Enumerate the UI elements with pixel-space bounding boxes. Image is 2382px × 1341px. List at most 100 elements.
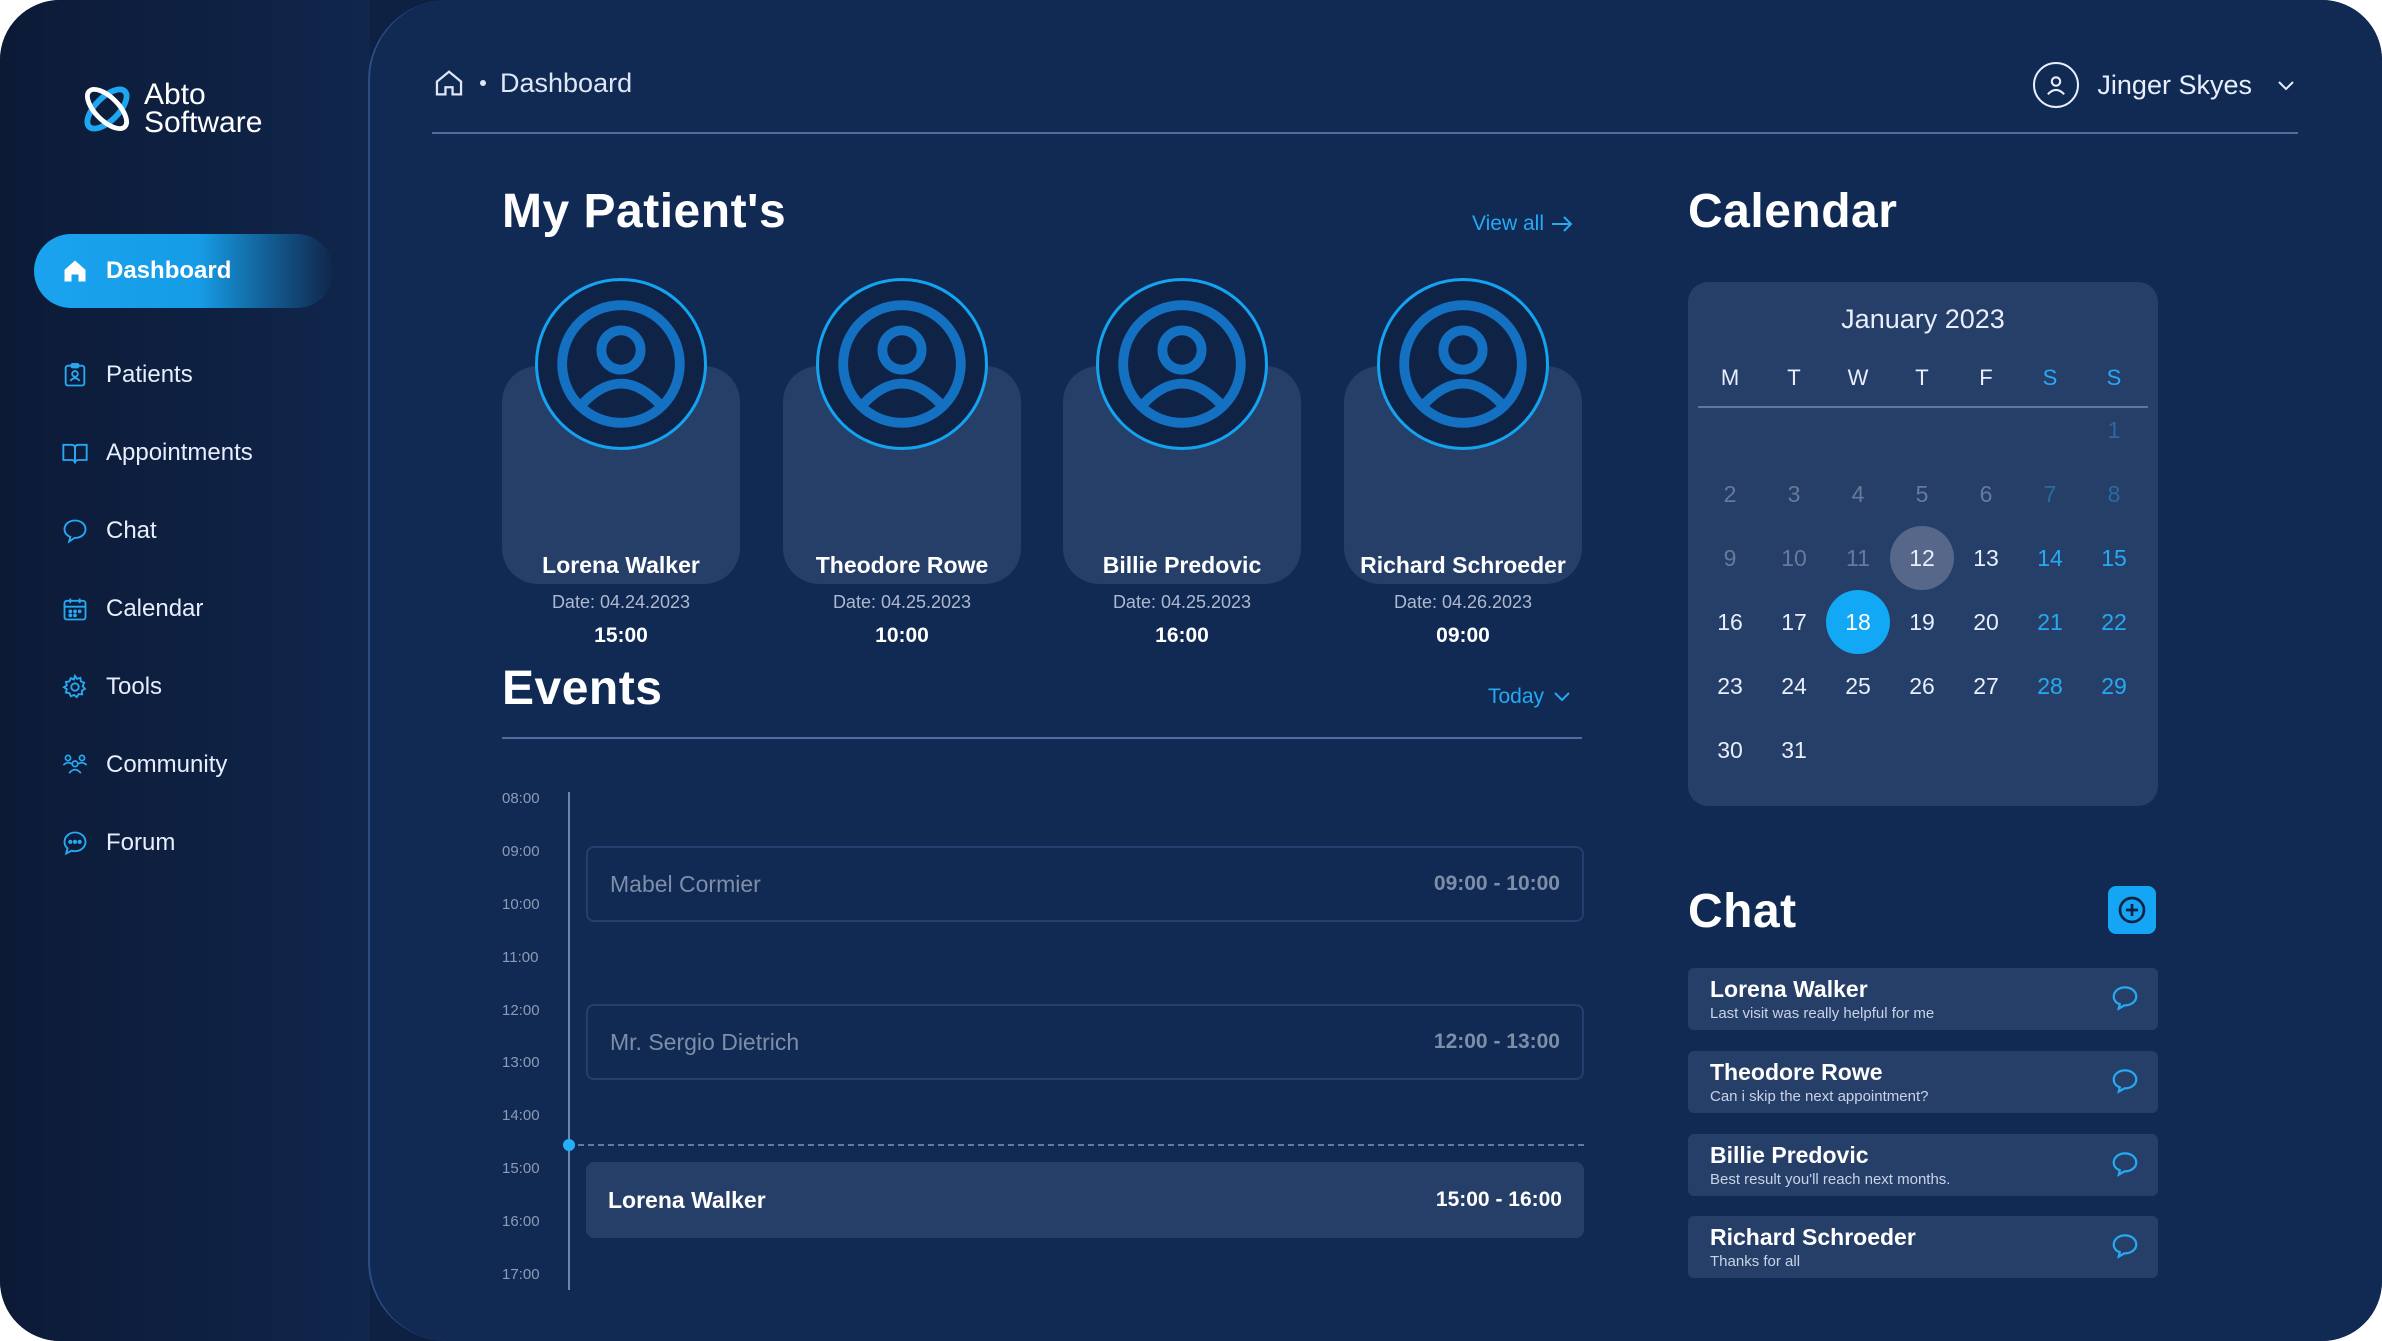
calendar-day[interactable]: 16 bbox=[1698, 590, 1762, 654]
calendar-day[interactable]: 7 bbox=[2018, 462, 2082, 526]
patient-name: Theodore Rowe bbox=[815, 552, 989, 578]
hour-label: 08:00 bbox=[502, 790, 540, 807]
sidebar-item-tools[interactable]: Tools bbox=[34, 648, 334, 726]
sidebar-item-dashboard[interactable]: Dashboard bbox=[34, 234, 334, 308]
calendar-day[interactable]: 26 bbox=[1890, 654, 1954, 718]
event-item[interactable]: Mr. Sergio Dietrich 12:00 - 13:00 bbox=[586, 1004, 1584, 1080]
calendar-month-year[interactable]: January 2023 bbox=[1688, 304, 2158, 335]
sidebar-item-chat[interactable]: Chat bbox=[34, 492, 334, 570]
hour-label: 17:00 bbox=[502, 1266, 540, 1283]
calendar-day[interactable]: 2 bbox=[1698, 462, 1762, 526]
patient-avatar bbox=[1377, 278, 1549, 450]
chat-bubble-icon[interactable] bbox=[2110, 983, 2140, 1013]
calendar-day[interactable]: 1 bbox=[2082, 398, 2146, 462]
sidebar-item-patients[interactable]: Patients bbox=[34, 336, 334, 414]
sidebar-item-label: Patients bbox=[106, 361, 193, 388]
home-icon bbox=[60, 256, 90, 286]
sidebar-item-forum[interactable]: Forum bbox=[34, 804, 334, 882]
book-icon bbox=[60, 438, 90, 468]
events-filter-label: Today bbox=[1488, 685, 1545, 708]
chat-bubble-icon[interactable] bbox=[2110, 1231, 2140, 1261]
hour-label: 14:00 bbox=[502, 1107, 540, 1124]
calendar-day[interactable]: 25 bbox=[1826, 654, 1890, 718]
hour-label: 13:00 bbox=[502, 1054, 540, 1071]
chat-contact-name: Richard Schroeder bbox=[1710, 1224, 1916, 1250]
view-all-link[interactable]: View all bbox=[1472, 212, 1574, 236]
calendar-day[interactable]: 3 bbox=[1762, 462, 1826, 526]
calendar-day[interactable]: 12 bbox=[1890, 526, 1954, 590]
calendar-day[interactable]: 21 bbox=[2018, 590, 2082, 654]
calendar-day[interactable]: 15 bbox=[2082, 526, 2146, 590]
hour-label: 15:00 bbox=[502, 1160, 540, 1177]
calendar-day[interactable]: 9 bbox=[1698, 526, 1762, 590]
patient-avatar bbox=[1096, 278, 1268, 450]
chat-item[interactable]: Theodore Rowe Can i skip the next appoin… bbox=[1688, 1051, 2158, 1113]
event-time: 15:00 - 16:00 bbox=[1435, 1188, 1562, 1211]
home-icon[interactable] bbox=[432, 66, 466, 100]
chat-item[interactable]: Billie Predovic Best result you'll reach… bbox=[1688, 1134, 2158, 1196]
weekday-label: M bbox=[1720, 365, 1740, 390]
sidebar-item-calendar[interactable]: Calendar bbox=[34, 570, 334, 648]
calendar-day[interactable]: 31 bbox=[1762, 718, 1826, 782]
calendar-day[interactable]: 22 bbox=[2082, 590, 2146, 654]
plus-circle-icon bbox=[2118, 896, 2146, 924]
calendar-day[interactable]: 17 bbox=[1762, 590, 1826, 654]
calendar-day[interactable]: 27 bbox=[1954, 654, 2018, 718]
calendar-day[interactable]: 20 bbox=[1954, 590, 2018, 654]
calendar-day[interactable]: 6 bbox=[1954, 462, 2018, 526]
sidebar-item-label: Community bbox=[106, 751, 228, 778]
calendar-day[interactable]: 10 bbox=[1762, 526, 1826, 590]
patient-date: Date: 04.25.2023 bbox=[832, 592, 972, 612]
sidebar-item-appointments[interactable]: Appointments bbox=[34, 414, 334, 492]
calendar-day[interactable]: 8 bbox=[2082, 462, 2146, 526]
event-name: Lorena Walker bbox=[608, 1186, 766, 1213]
events-title: Events bbox=[502, 662, 663, 715]
patients-title: My Patient's bbox=[502, 185, 787, 238]
calendar-day[interactable]: 23 bbox=[1698, 654, 1762, 718]
brand-line-1: Abto bbox=[144, 78, 206, 111]
sidebar-item-label: Forum bbox=[106, 829, 176, 856]
sidebar-item-label: Tools bbox=[106, 673, 163, 700]
hour-label: 12:00 bbox=[502, 1002, 540, 1019]
calendar-day[interactable]: 28 bbox=[2018, 654, 2082, 718]
user-avatar-icon bbox=[1399, 300, 1527, 428]
calendar-day[interactable]: 11 bbox=[1826, 526, 1890, 590]
new-chat-button[interactable] bbox=[2108, 886, 2156, 934]
chat-contact-name: Lorena Walker bbox=[1710, 976, 1868, 1002]
calendar-day[interactable]: 5 bbox=[1890, 462, 1954, 526]
calendar-day[interactable]: 19 bbox=[1890, 590, 1954, 654]
chat-item[interactable]: Lorena Walker Last visit was really help… bbox=[1688, 968, 2158, 1030]
calendar-day[interactable]: 30 bbox=[1698, 718, 1762, 782]
patient-date: Date: 04.24.2023 bbox=[551, 592, 691, 612]
calendar-day[interactable]: 18 bbox=[1826, 590, 1890, 654]
weekday-label: S bbox=[2042, 365, 2058, 390]
app-window: Abto Software Dashboard Patients Appoint… bbox=[0, 0, 2382, 1341]
chat-contact-name: Theodore Rowe bbox=[1710, 1059, 1883, 1085]
brand-name: Abto Software bbox=[144, 78, 262, 138]
chat-bubble-icon[interactable] bbox=[2110, 1149, 2140, 1179]
chat-contact-name: Billie Predovic bbox=[1710, 1142, 1869, 1168]
top-bar: Dashboard Jinger Skyes bbox=[432, 62, 2298, 134]
calendar-day[interactable]: 14 bbox=[2018, 526, 2082, 590]
user-menu[interactable]: Jinger Skyes bbox=[2033, 62, 2298, 108]
chat-item[interactable]: Richard Schroeder Thanks for all bbox=[1688, 1216, 2158, 1278]
event-name: Mabel Cormier bbox=[610, 870, 761, 897]
chat-bubble-icon[interactable] bbox=[2110, 1066, 2140, 1096]
avatar bbox=[2033, 62, 2080, 108]
calendar-day[interactable]: 24 bbox=[1762, 654, 1826, 718]
chevron-down-icon[interactable] bbox=[2274, 73, 2298, 97]
sidebar-item-community[interactable]: Community bbox=[34, 726, 334, 804]
calendar-day[interactable]: 4 bbox=[1826, 462, 1890, 526]
hour-label: 11:00 bbox=[502, 949, 539, 966]
events-filter-dropdown[interactable]: Today bbox=[1488, 685, 1574, 709]
brand-logo[interactable]: Abto Software bbox=[78, 80, 262, 138]
sidebar-item-label: Chat bbox=[106, 517, 157, 544]
event-item[interactable]: Mabel Cormier 09:00 - 10:00 bbox=[586, 846, 1584, 922]
breadcrumb: Dashboard bbox=[432, 66, 632, 100]
chat-title: Chat bbox=[1688, 885, 1797, 938]
calendar-day[interactable]: 29 bbox=[2082, 654, 2146, 718]
calendar-day[interactable]: 13 bbox=[1954, 526, 2018, 590]
event-item[interactable]: Lorena Walker 15:00 - 16:00 bbox=[586, 1162, 1584, 1238]
weekday-label: W bbox=[1847, 365, 1869, 390]
patient-time: 15:00 bbox=[594, 624, 648, 647]
